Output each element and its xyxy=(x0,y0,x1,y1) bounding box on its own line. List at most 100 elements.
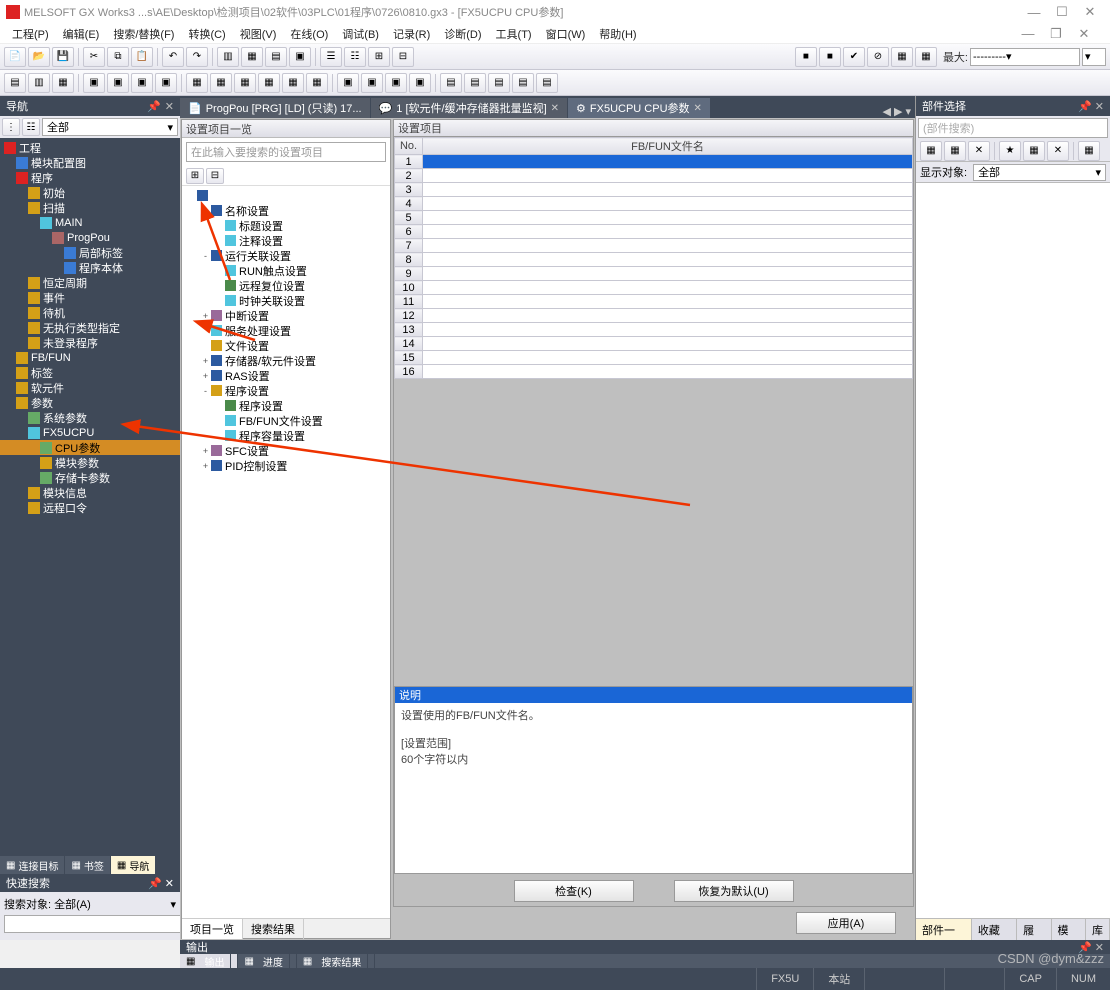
t2-8[interactable]: ▦ xyxy=(186,73,208,93)
tool-h[interactable]: ⊟ xyxy=(392,47,414,67)
nav-item[interactable]: 恒定周期 xyxy=(0,275,180,290)
apply-button[interactable]: 应用(A) xyxy=(796,912,896,934)
pt-1[interactable]: ▦ xyxy=(920,141,942,161)
t2-9[interactable]: ▦ xyxy=(210,73,232,93)
t2-7[interactable]: ▣ xyxy=(155,73,177,93)
grid-cell[interactable] xyxy=(423,365,913,379)
settings-item[interactable]: 远程复位设置 xyxy=(182,278,390,293)
doc-tab-1[interactable]: 💬 1 [软元件/缓冲存储器批量监视] ✕ xyxy=(371,98,568,118)
tool-r2[interactable]: ■ xyxy=(819,47,841,67)
mdi-close[interactable]: ✕ xyxy=(1070,24,1098,44)
t2-3[interactable]: ▦ xyxy=(52,73,74,93)
t2-17[interactable]: ▣ xyxy=(409,73,431,93)
settings-item[interactable]: +存储器/软元件设置 xyxy=(182,353,390,368)
grid-cell[interactable] xyxy=(423,239,913,253)
nav-item[interactable]: 工程 xyxy=(0,140,180,155)
settings-item[interactable]: 程序设置 xyxy=(182,398,390,413)
tool-r6[interactable]: ▦ xyxy=(915,47,937,67)
settings-item[interactable]: 标题设置 xyxy=(182,218,390,233)
nav-fwd[interactable]: ☷ xyxy=(22,118,40,136)
grid-cell[interactable] xyxy=(423,267,913,281)
nav-filter-combo[interactable]: 全部▾ xyxy=(42,118,178,136)
nav-item[interactable]: CPU参数 xyxy=(0,440,180,455)
tool-copy[interactable]: ⧉ xyxy=(107,47,129,67)
settings-item[interactable]: +SFC设置 xyxy=(182,443,390,458)
tool-a[interactable]: ▥ xyxy=(217,47,239,67)
left-tab-conn[interactable]: ▦ 连接目标 xyxy=(0,856,65,874)
t2-19[interactable]: ▤ xyxy=(464,73,486,93)
grid-cell[interactable] xyxy=(423,211,913,225)
pt-2[interactable]: ▦ xyxy=(944,141,966,161)
tool-r5[interactable]: ▦ xyxy=(891,47,913,67)
grid-cell[interactable] xyxy=(423,169,913,183)
grid-cell[interactable] xyxy=(423,323,913,337)
parts-filter-combo[interactable]: 全部▾ xyxy=(973,164,1106,181)
nav-item[interactable]: 模块配置图 xyxy=(0,155,180,170)
settings-item[interactable]: -运行关联设置 xyxy=(182,248,390,263)
tool-e[interactable]: ☰ xyxy=(320,47,342,67)
parts-tab-mod[interactable]: 模块 xyxy=(1052,919,1086,940)
tool-redo[interactable]: ↷ xyxy=(186,47,208,67)
menu-convert[interactable]: 转换(C) xyxy=(182,24,231,44)
nav-item[interactable]: 程序 xyxy=(0,170,180,185)
max-spin[interactable]: ▾ xyxy=(1082,48,1106,66)
tool-f[interactable]: ☷ xyxy=(344,47,366,67)
tool-g[interactable]: ⊞ xyxy=(368,47,390,67)
grid-cell[interactable] xyxy=(423,309,913,323)
t2-15[interactable]: ▣ xyxy=(361,73,383,93)
t2-22[interactable]: ▤ xyxy=(536,73,558,93)
nav-item[interactable]: 存储卡参数 xyxy=(0,470,180,485)
parts-tab-fav[interactable]: 收藏夹 xyxy=(972,919,1017,940)
settings-item[interactable]: 时钟关联设置 xyxy=(182,293,390,308)
tool-undo[interactable]: ↶ xyxy=(162,47,184,67)
stab-search[interactable]: 搜索结果 xyxy=(243,919,304,939)
st-expand[interactable]: ⊞ xyxy=(186,168,204,184)
parts-tab-hist[interactable]: 履历 xyxy=(1017,919,1051,940)
tool-paste[interactable]: 📋 xyxy=(131,47,153,67)
nav-item[interactable]: FB/FUN xyxy=(0,350,180,365)
left-tab-nav[interactable]: ▦ 导航 xyxy=(111,856,156,874)
t2-20[interactable]: ▤ xyxy=(488,73,510,93)
grid-cell[interactable] xyxy=(423,155,913,169)
grid-cell[interactable] xyxy=(423,281,913,295)
settings-item[interactable]: RUN触点设置 xyxy=(182,263,390,278)
parts-tab-lib[interactable]: 库 xyxy=(1086,919,1110,940)
menu-diag[interactable]: 诊断(D) xyxy=(438,24,487,44)
settings-item[interactable]: 程序容量设置 xyxy=(182,428,390,443)
pt-7[interactable]: ▦ xyxy=(1078,141,1100,161)
doc-tab-nav[interactable]: ◀ ▶ ▾ xyxy=(878,105,915,118)
settings-item[interactable]: +RAS设置 xyxy=(182,368,390,383)
nav-tree[interactable]: 工程模块配置图程序初始扫描MAINProgPou局部标签程序本体恒定周期事件待机… xyxy=(0,138,180,856)
max-combo[interactable]: --------- ▾ xyxy=(970,48,1080,66)
t2-16[interactable]: ▣ xyxy=(385,73,407,93)
minimize-button[interactable]: — xyxy=(1020,5,1048,20)
menu-view[interactable]: 视图(V) xyxy=(234,24,283,44)
t2-12[interactable]: ▦ xyxy=(282,73,304,93)
tool-d[interactable]: ▣ xyxy=(289,47,311,67)
tool-b[interactable]: ▦ xyxy=(241,47,263,67)
default-button[interactable]: 恢复为默认(U) xyxy=(674,880,794,902)
tool-r4[interactable]: ⊘ xyxy=(867,47,889,67)
nav-item[interactable]: FX5UCPU xyxy=(0,425,180,440)
nav-item[interactable]: 局部标签 xyxy=(0,245,180,260)
menu-edit[interactable]: 编辑(E) xyxy=(57,24,106,44)
t2-6[interactable]: ▣ xyxy=(131,73,153,93)
maximize-button[interactable]: ☐ xyxy=(1048,4,1076,20)
quick-search-input[interactable] xyxy=(4,915,183,933)
st-collapse[interactable]: ⊟ xyxy=(206,168,224,184)
close-button[interactable]: ✕ xyxy=(1076,4,1104,20)
nav-item[interactable]: 事件 xyxy=(0,290,180,305)
parts-search[interactable]: (部件搜索) xyxy=(918,118,1108,138)
t2-2[interactable]: ▥ xyxy=(28,73,50,93)
menu-online[interactable]: 在线(O) xyxy=(284,24,334,44)
nav-back[interactable]: ⋮ xyxy=(2,118,20,136)
settings-item[interactable]: +PID控制设置 xyxy=(182,458,390,473)
pt-3[interactable]: ✕ xyxy=(968,141,990,161)
t2-4[interactable]: ▣ xyxy=(83,73,105,93)
nav-item[interactable]: 软元件 xyxy=(0,380,180,395)
grid-cell[interactable] xyxy=(423,225,913,239)
menu-debug[interactable]: 调试(B) xyxy=(336,24,385,44)
parts-tab-list[interactable]: 部件一览 xyxy=(916,919,972,940)
doc-tab-2[interactable]: ⚙ FX5UCPU CPU参数 ✕ xyxy=(568,98,711,118)
nav-item[interactable]: ProgPou xyxy=(0,230,180,245)
